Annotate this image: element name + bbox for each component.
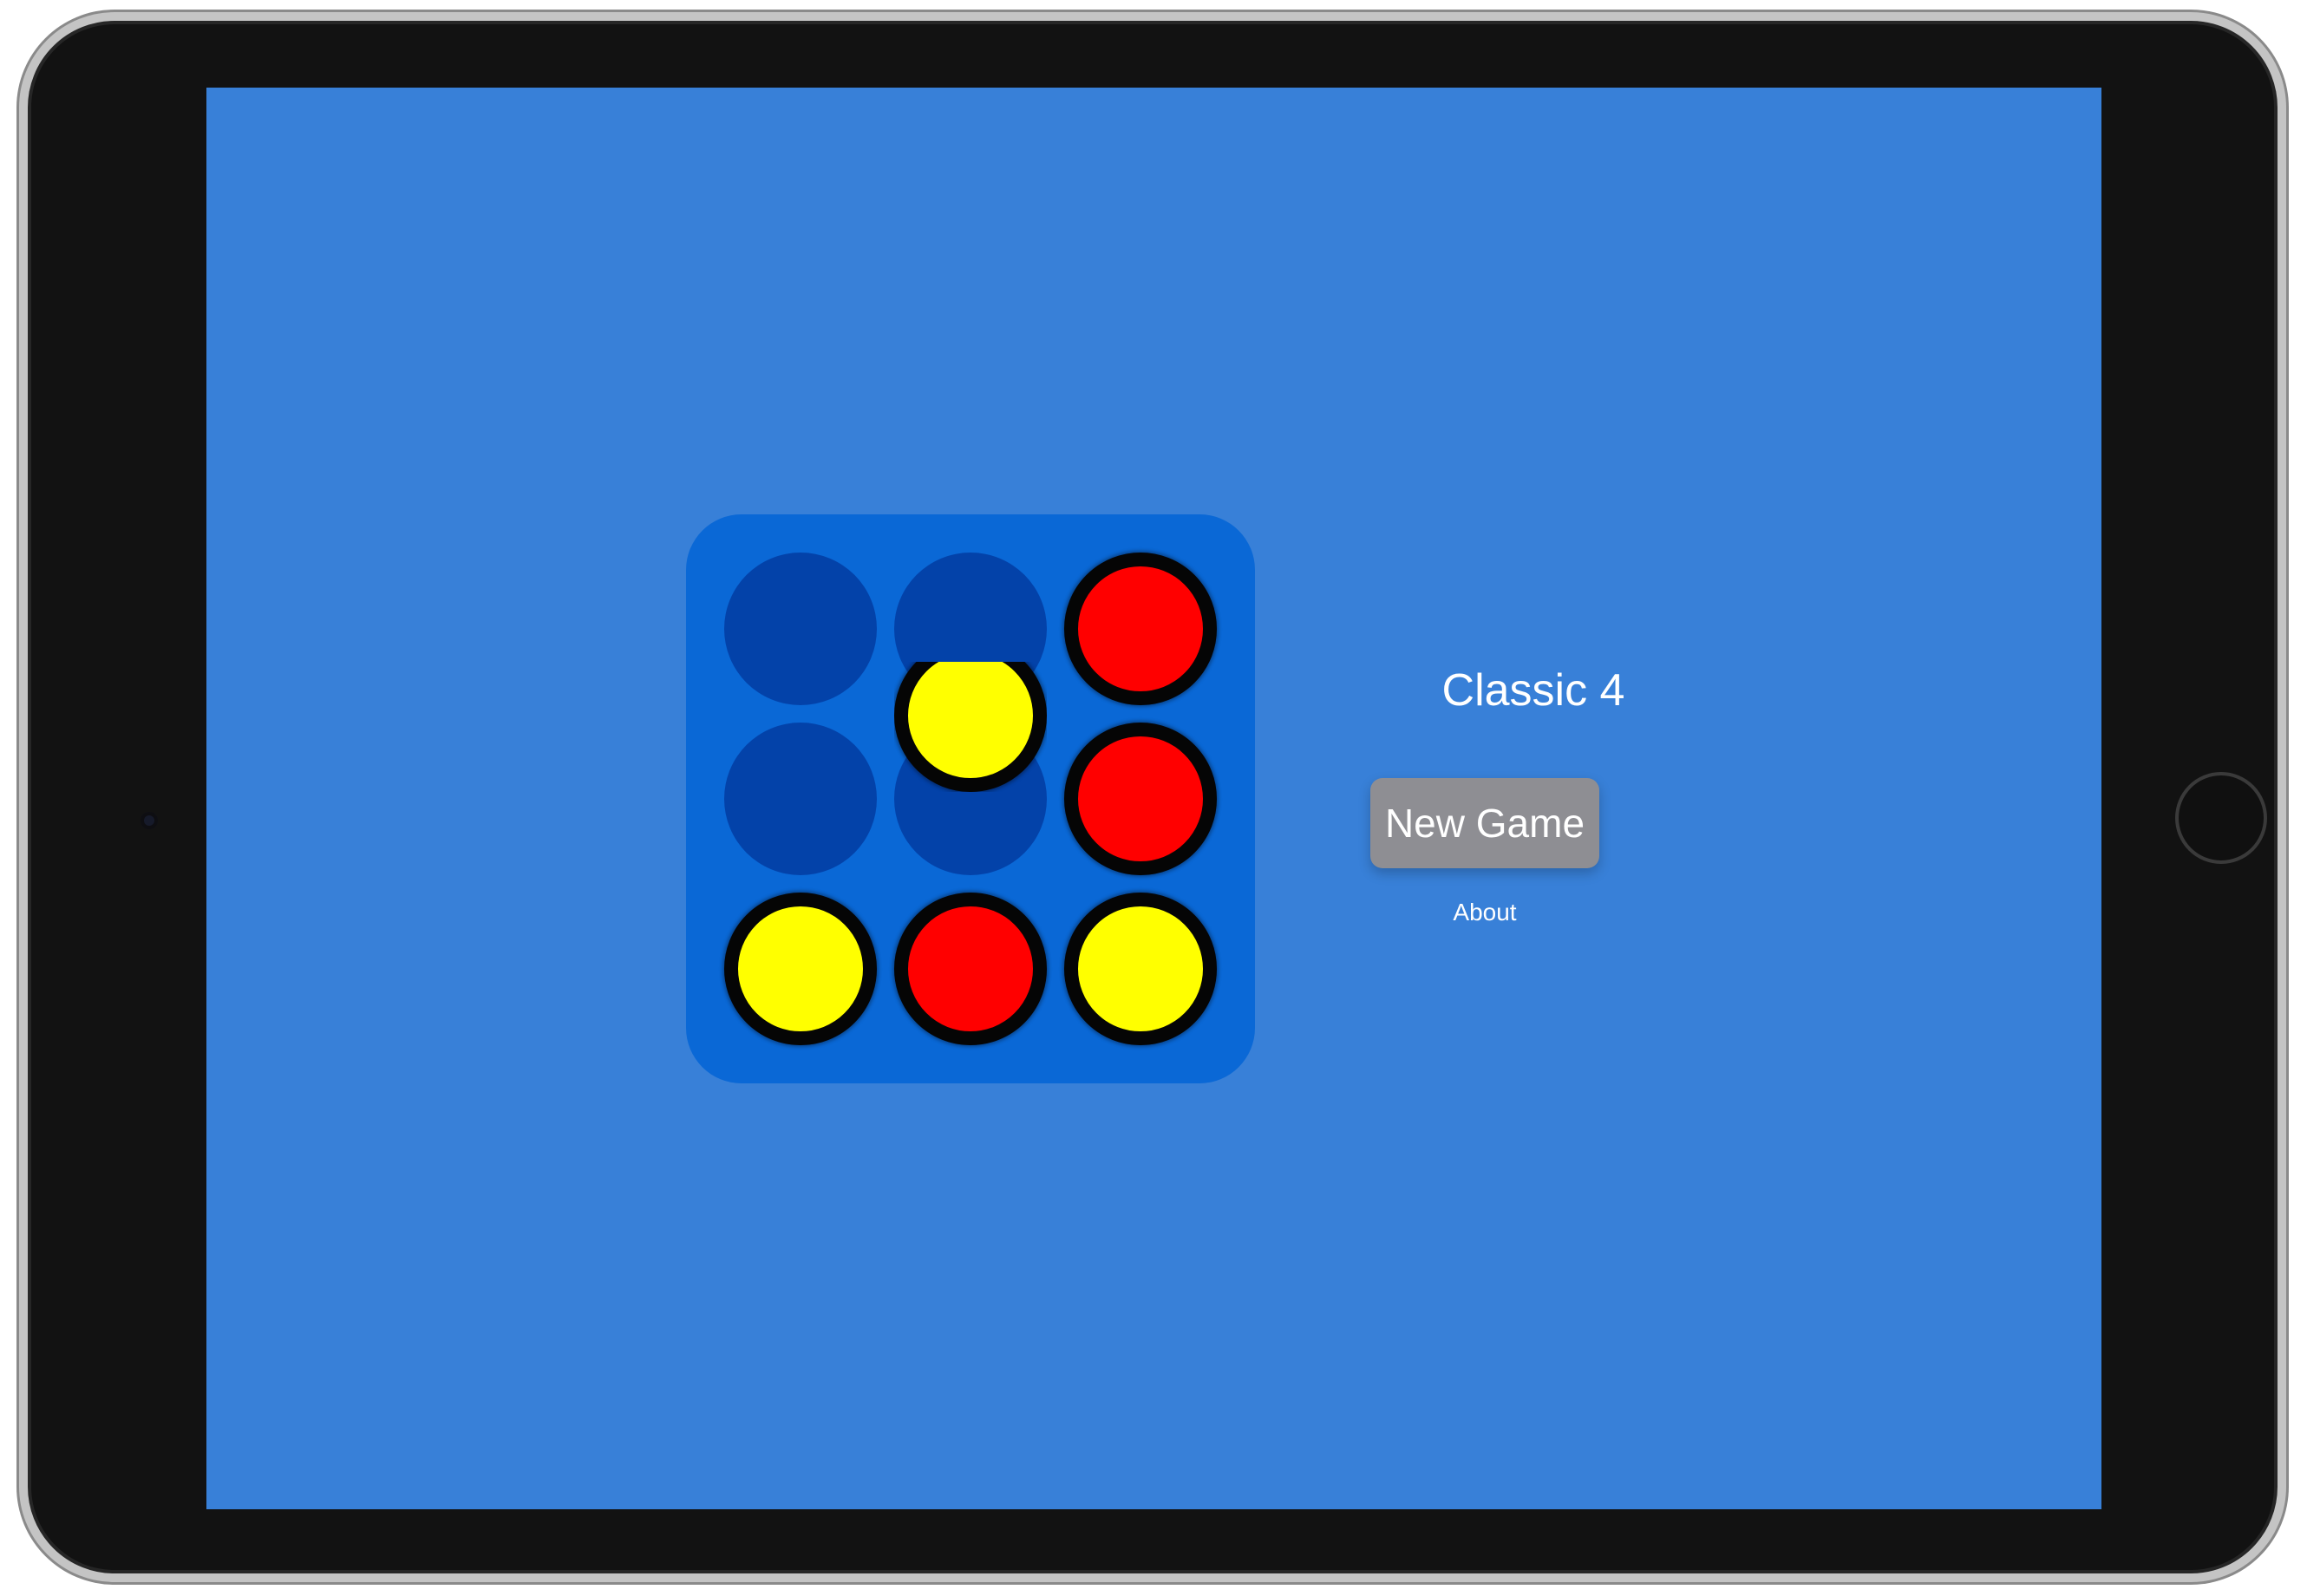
red-disc [1064, 723, 1217, 875]
new-game-button[interactable]: New Game [1370, 778, 1599, 868]
red-disc [894, 893, 1047, 1045]
board-slot-r1-c1 [724, 553, 877, 705]
falling-disc-window [894, 662, 1047, 792]
app-title: Classic 4 [1441, 665, 1625, 716]
falling-yellow-disc [894, 662, 1047, 792]
about-link[interactable]: About [1398, 899, 1572, 926]
front-camera [141, 812, 158, 829]
app-screen: Classic 4 New Game About [206, 88, 2101, 1509]
home-button[interactable] [2175, 772, 2267, 864]
yellow-disc [724, 893, 877, 1045]
board-slot-r2-c1 [724, 723, 877, 875]
yellow-disc [1064, 893, 1217, 1045]
red-disc [1064, 553, 1217, 705]
game-board-logo [686, 514, 1255, 1083]
